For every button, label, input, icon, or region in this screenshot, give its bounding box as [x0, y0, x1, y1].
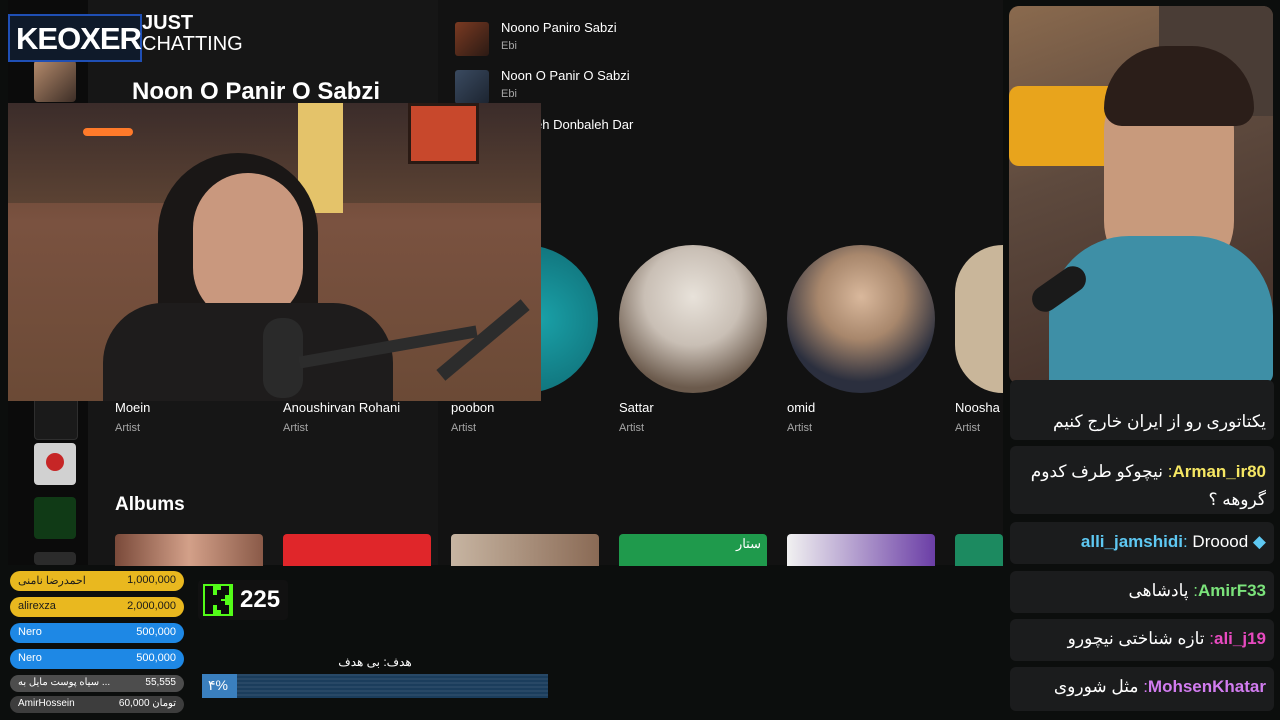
library-item-thumbnail[interactable]: [34, 497, 76, 539]
chat-text: پادشاهی: [1128, 581, 1189, 600]
category-label-bottom: CHATTING: [142, 33, 243, 55]
chat-text: تازه شناختی نیچورو: [1067, 629, 1205, 648]
chat-text: Droood: [1192, 532, 1249, 551]
library-item-thumbnail[interactable]: [34, 60, 76, 102]
donation-amount: 60,000 تومان: [118, 698, 176, 709]
library-item-thumbnail[interactable]: [34, 552, 76, 565]
follower-count: 225: [240, 586, 281, 613]
donation-amount: 1,000,000: [127, 574, 176, 586]
donation-amount: 2,000,000: [127, 600, 176, 612]
chat-username[interactable]: alli_jamshidi: [1081, 532, 1183, 551]
song-title: Noon O Panir O Sabzi: [501, 68, 630, 83]
chat-message: MohsenKhatar: مثل شوروی: [1010, 667, 1274, 711]
song-artist: Ebi: [501, 40, 517, 52]
chat-username[interactable]: ali_j19: [1214, 629, 1266, 648]
chat-message: Arman_ir80: نیچوکو طرف کدوم گروهه ؟: [1010, 446, 1274, 514]
song-cover: [455, 22, 489, 56]
albums-heading: Albums: [115, 494, 185, 515]
chat-message: ali_j19: تازه شناختی نیچورو: [1010, 619, 1274, 661]
webcam-feed: [8, 103, 541, 401]
streamer-camera: [1009, 6, 1273, 384]
goal-percent: ۴%: [208, 677, 228, 693]
chat-message: AmirF33: پادشاهی: [1010, 571, 1274, 613]
donor-name: AmirHossein: [18, 698, 75, 709]
artist-role: Artist: [451, 422, 477, 434]
donation-amount: 55,555: [145, 677, 176, 688]
chat-text: یکتاتوری رو از ایران خارج کنیم: [1052, 412, 1266, 431]
artist-role: Artist: [115, 422, 141, 434]
chat-username[interactable]: MohsenKhatar: [1148, 677, 1266, 696]
artist-name[interactable]: poobon: [451, 400, 494, 415]
donation-amount: 500,000: [136, 626, 176, 638]
donation-amount: 500,000: [136, 652, 176, 664]
album-cover[interactable]: [283, 534, 431, 566]
artist-role: Artist: [955, 422, 981, 434]
song-title: eh Donbaleh Dar: [535, 117, 634, 132]
donation-item: احمدرضا نامنی 1,000,000: [10, 571, 184, 591]
goal-progress-bar: ۴%: [202, 674, 548, 698]
donation-item: Nero 500,000: [10, 649, 184, 669]
chat-message: یکتاتوری رو از ایران خارج کنیم: [1010, 380, 1274, 440]
kick-follower-counter: 225: [198, 580, 288, 620]
goal-label: هدف: بی هدف: [338, 655, 412, 669]
logo-text: KEOXER: [16, 21, 142, 56]
artist-name[interactable]: Anoushirvan Rohani: [283, 400, 400, 415]
album-cover[interactable]: [115, 534, 263, 566]
artist-role: Artist: [283, 422, 309, 434]
donation-item: alirexza 2,000,000: [10, 597, 184, 617]
song-title: Noono Paniro Sabzi: [501, 20, 617, 35]
artist-name[interactable]: Moein: [115, 400, 150, 415]
category-label-top: JUST: [142, 12, 194, 34]
donor-name: Nero: [18, 626, 42, 638]
album-cover[interactable]: [955, 534, 1003, 566]
donation-item: Nero 500,000: [10, 623, 184, 643]
song-artist: Ebi: [501, 88, 517, 100]
library-item-thumbnail[interactable]: [34, 443, 76, 485]
artist-name[interactable]: Noosha: [955, 400, 1003, 415]
donor-name: احمدرضا نامنی: [18, 575, 86, 587]
channel-logo: KEOXER: [8, 14, 142, 62]
chat-username[interactable]: Arman_ir80: [1172, 462, 1266, 481]
album-cover[interactable]: [787, 534, 935, 566]
artist-role: Artist: [787, 422, 813, 434]
kick-logo-icon: [203, 584, 233, 616]
donor-name: سیاه پوست مایل به ...: [18, 677, 111, 688]
artist-image[interactable]: [619, 245, 767, 393]
library-item-thumbnail[interactable]: [34, 396, 78, 440]
donor-name: Nero: [18, 652, 42, 664]
artist-role: Artist: [619, 422, 645, 434]
chat-message: ◆ alli_jamshidi: Droood: [1010, 522, 1274, 564]
album-cover[interactable]: ستار: [619, 534, 767, 566]
artist-name[interactable]: Sattar: [619, 400, 654, 415]
song-cover: [455, 70, 489, 104]
diamond-icon: ◆: [1252, 532, 1266, 551]
album-cover[interactable]: [451, 534, 599, 566]
artist-name[interactable]: omid: [787, 400, 815, 415]
donor-name: alirexza: [18, 600, 56, 612]
artist-image[interactable]: [787, 245, 935, 393]
chat-username[interactable]: AmirF33: [1198, 581, 1266, 600]
playlist-title: Noon O Panir O Sabzi: [132, 78, 381, 105]
donation-item: سیاه پوست مایل به ... 55,555: [10, 675, 184, 692]
artist-image[interactable]: [955, 245, 1003, 393]
chat-text: مثل شوروی: [1053, 677, 1139, 696]
donation-item: AmirHossein 60,000 تومان: [10, 696, 184, 713]
album-label: ستار: [735, 536, 761, 551]
